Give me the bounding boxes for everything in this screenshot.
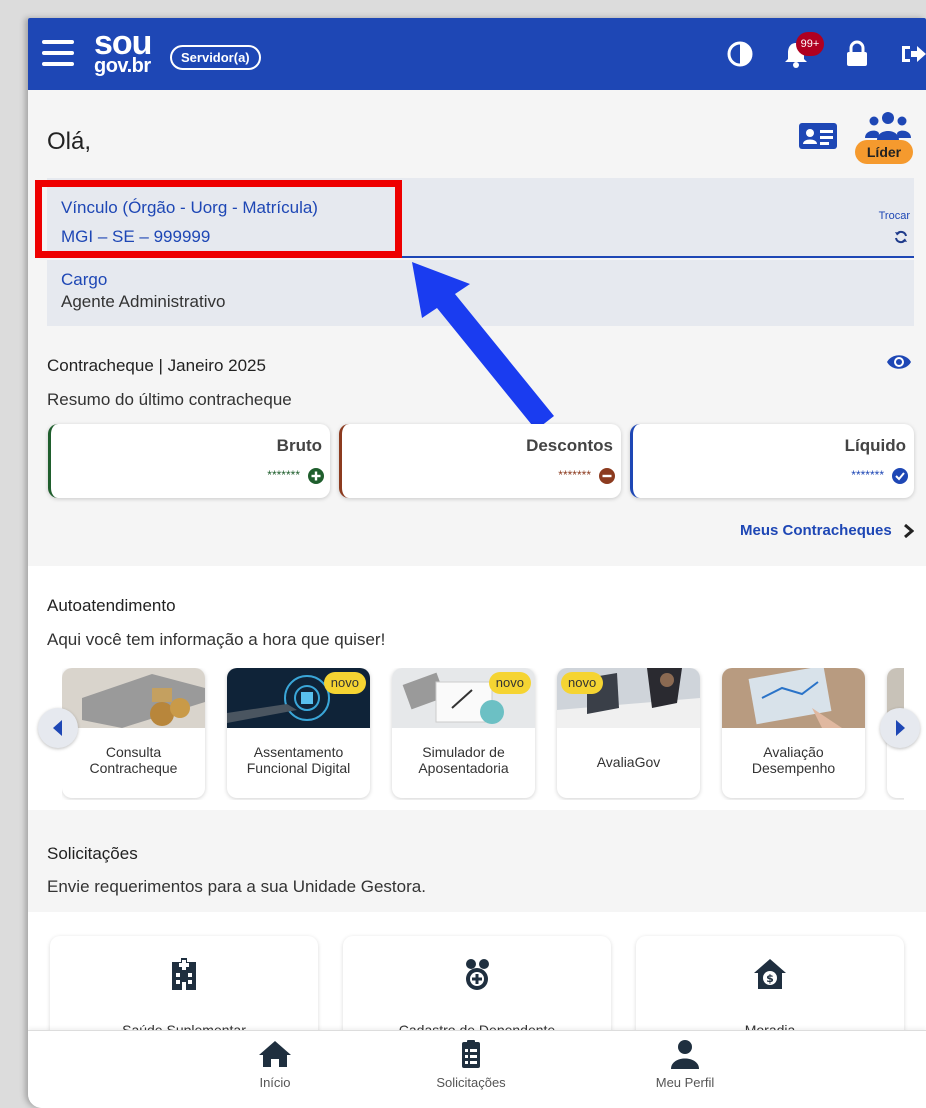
logo-bottom-text: gov.br (94, 55, 151, 77)
bruto-label: Bruto (276, 436, 322, 455)
chevron-right-icon[interactable] (902, 524, 914, 538)
nav-solicitacoes-label: Solicitações (436, 1075, 506, 1090)
tile-simulador-aposentadoria[interactable]: novo Simulador de Aposentadoria (392, 668, 535, 798)
solicitacoes-title: Solicitações (47, 844, 138, 863)
tile-consulta-contracheque[interactable]: Consulta Contracheque (62, 668, 205, 798)
autoatendimento-subtitle: Aqui você tem informação a hora que quis… (47, 630, 386, 649)
nav-meu-perfil[interactable]: Meu Perfil (625, 1039, 745, 1090)
chevron-right-icon (896, 720, 905, 736)
tile-label: Simulador de Aposentadoria (418, 744, 509, 776)
liquido-card[interactable]: Líquido ******* (630, 424, 914, 498)
team-icon[interactable] (864, 110, 912, 142)
carousel-next-button[interactable] (880, 708, 920, 748)
eye-icon[interactable] (886, 352, 912, 372)
cargo-label: Cargo (61, 270, 108, 289)
plus-circle-icon (308, 468, 324, 484)
liquido-label: Líquido (844, 436, 906, 455)
user-icon (671, 1040, 699, 1069)
solicitacoes-subtitle: Envie requerimentos para a sua Unidade G… (47, 877, 426, 896)
autoatendimento-title: Autoatendimento (47, 596, 176, 615)
chevron-left-icon (53, 720, 62, 736)
arrow-annotation (412, 262, 554, 430)
novo-badge: novo (561, 672, 604, 694)
id-card-icon[interactable] (798, 120, 838, 152)
descontos-label: Descontos (526, 436, 613, 455)
trocar-label[interactable]: Trocar (879, 210, 910, 222)
highlight-box-annotation (35, 180, 402, 258)
cargo-value: Agente Administrativo (61, 292, 226, 311)
house-money-icon: $ (754, 959, 786, 989)
contrast-icon[interactable] (724, 38, 756, 70)
descontos-value: ******* (558, 468, 591, 482)
lock-icon[interactable] (841, 38, 873, 70)
novo-badge: novo (323, 672, 366, 694)
device-frame: sou gov.br Servidor(a) 99+ Olá, Líder Ví… (0, 0, 926, 1108)
app-screen: sou gov.br Servidor(a) 99+ Olá, Líder Ví… (28, 18, 926, 1108)
tile-avaliacao-desempenho[interactable]: Avaliação Desempenho (722, 668, 865, 798)
desempenho-photo (722, 668, 865, 728)
bruto-card[interactable]: Bruto ******* (48, 424, 330, 498)
lider-badge: Líder (855, 140, 913, 164)
tile-assentamento-funcional[interactable]: novo Assentamento Funcional Digital (227, 668, 370, 798)
bruto-value: ******* (267, 468, 300, 482)
minus-circle-icon (599, 468, 615, 484)
liquido-value: ******* (851, 468, 884, 482)
clipboard-icon (462, 1040, 480, 1068)
top-bar: sou gov.br Servidor(a) 99+ (28, 18, 926, 90)
greeting-text: Olá, (47, 128, 92, 155)
home-icon (259, 1041, 291, 1067)
hospital-icon (172, 958, 196, 990)
tile-avaliagov[interactable]: novo AvaliaGov (557, 668, 700, 798)
tile-label: Assentamento Funcional Digital (246, 744, 351, 776)
service-carousel: Consulta Contracheque novo Assentamento Fu… (62, 668, 904, 800)
add-dependent-icon (466, 959, 489, 990)
nav-solicitacoes[interactable]: Solicitações (411, 1039, 531, 1090)
nav-meu-perfil-label: Meu Perfil (655, 1075, 715, 1090)
nav-inicio[interactable]: Início (215, 1039, 335, 1090)
check-circle-icon (892, 468, 908, 484)
nav-inicio-label: Início (259, 1075, 291, 1090)
meus-contracheques-link[interactable]: Meus Contracheques (740, 522, 892, 539)
sou-govbr-logo[interactable]: sou gov.br (94, 26, 152, 77)
tile-label: Avaliação Desempenho (751, 744, 836, 776)
menu-icon[interactable] (42, 40, 74, 66)
svg-text:$: $ (766, 972, 774, 985)
contracheque-subtitle: Resumo do último contracheque (47, 390, 292, 409)
tile-label: Consulta Contracheque (89, 744, 178, 776)
descontos-card[interactable]: Descontos ******* (339, 424, 621, 498)
refresh-icon[interactable] (894, 230, 908, 244)
novo-badge: novo (488, 672, 531, 694)
role-badge: Servidor(a) (170, 45, 261, 70)
carousel-prev-button[interactable] (38, 708, 78, 748)
contracheque-title: Contracheque | Janeiro 2025 (47, 356, 266, 375)
tile-label: AvaliaGov (596, 754, 661, 770)
bottom-navigation: Início Solicitações Meu Perfil (28, 1030, 926, 1108)
contracheque-photo (62, 668, 205, 728)
notification-count-badge: 99+ (796, 32, 824, 56)
logout-icon[interactable] (898, 38, 926, 70)
